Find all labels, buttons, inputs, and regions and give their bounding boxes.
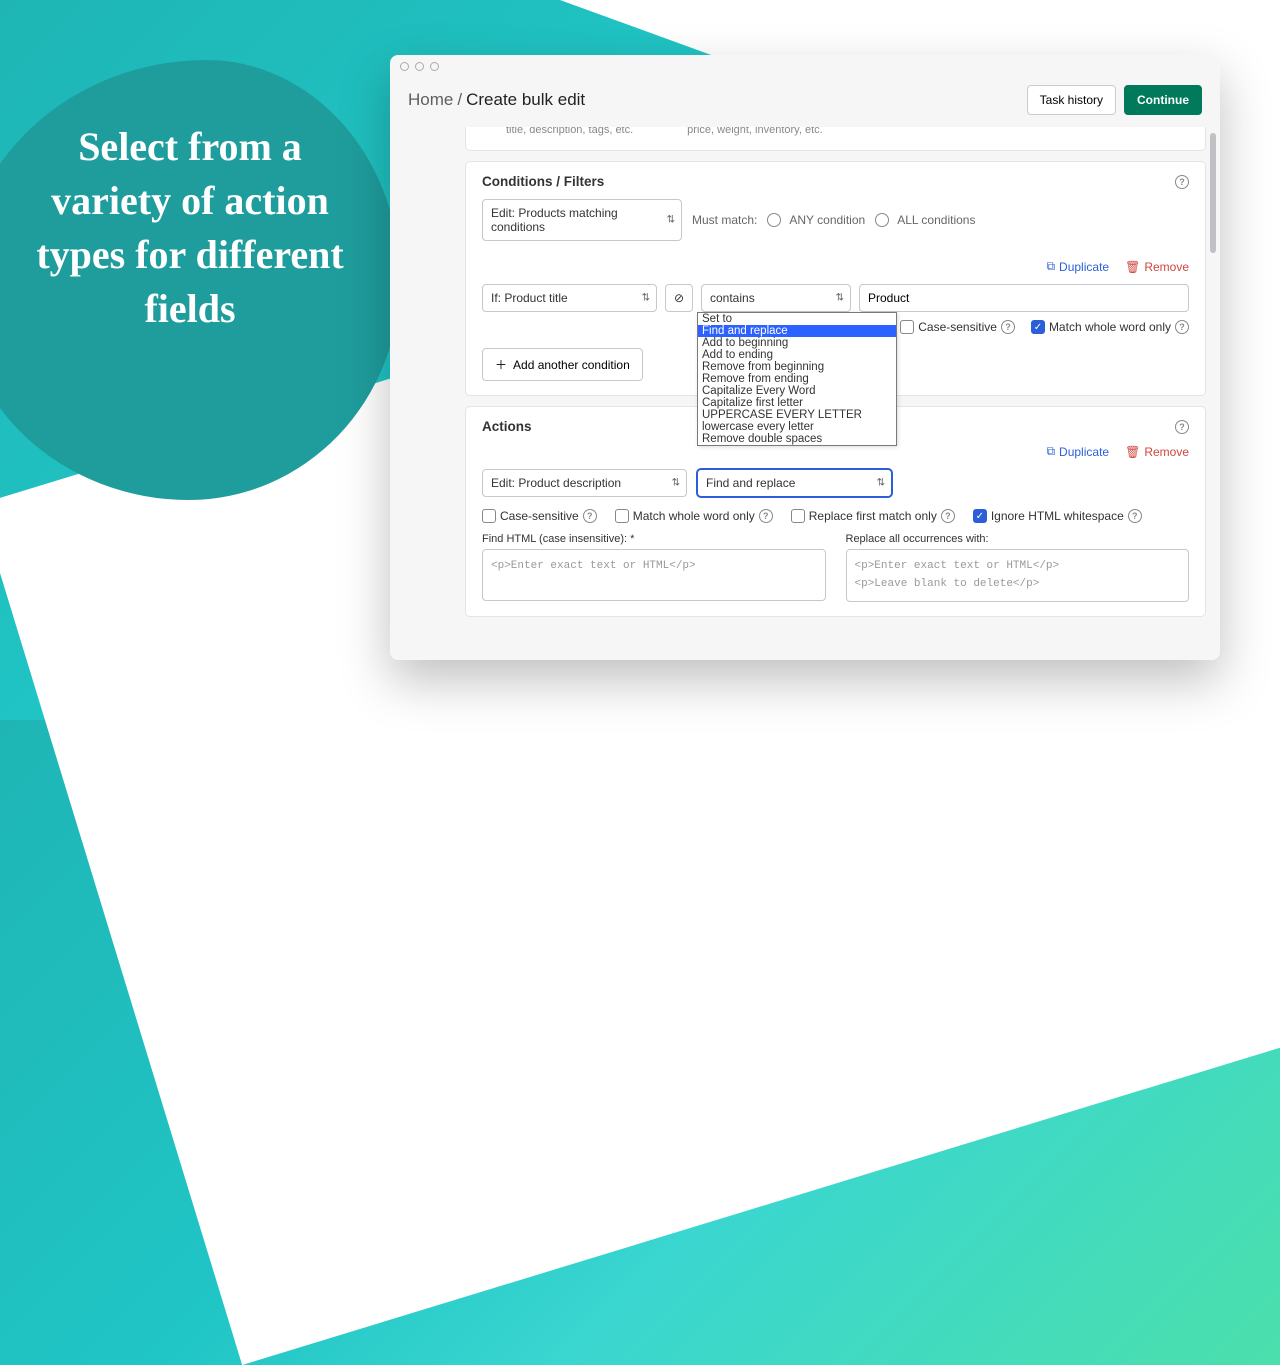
any-condition-radio[interactable]: ANY condition xyxy=(767,213,865,227)
conditions-title: Conditions / Filters xyxy=(482,174,604,189)
action-remove-button[interactable]: 🗑Remove xyxy=(1125,444,1189,459)
actions-title: Actions xyxy=(482,419,532,434)
actions-panel: Actions ? ⧉Duplicate 🗑Remove Edit: Produ… xyxy=(465,406,1206,617)
replace-first-checkbox[interactable]: Replace first match only ? xyxy=(791,509,955,523)
breadcrumb-current: Create bulk edit xyxy=(466,90,585,109)
dropdown-option[interactable]: lowercase every letter xyxy=(698,421,896,433)
chevron-icon: ⇅ xyxy=(667,215,675,226)
marketing-headline: Select from a variety of action types fo… xyxy=(30,120,350,336)
help-icon[interactable]: ? xyxy=(1175,420,1189,434)
case-sensitive-checkbox[interactable]: Case-sensitive ? xyxy=(900,320,1015,334)
find-label: Find HTML (case insensitive): * xyxy=(482,533,826,545)
action-type-dropdown[interactable]: Set toFind and replaceAdd to beginningAd… xyxy=(697,312,897,447)
replace-textarea[interactable]: <p>Enter exact text or HTML</p> <p>Leave… xyxy=(846,549,1190,602)
chevron-icon: ⇅ xyxy=(642,293,650,304)
help-icon[interactable]: ? xyxy=(941,509,955,523)
chevron-icon: ⇅ xyxy=(836,293,844,304)
breadcrumb: Home/Create bulk edit xyxy=(408,90,585,110)
type-variant-desc: price, weight, inventory, etc. xyxy=(687,127,823,136)
checkbox-icon xyxy=(615,509,629,523)
type-panel: Product title, description, tags, etc. P… xyxy=(465,127,1206,151)
help-icon[interactable]: ? xyxy=(1128,509,1142,523)
condition-remove-button[interactable]: 🗑Remove xyxy=(1125,259,1189,274)
checkbox-icon xyxy=(791,509,805,523)
help-icon[interactable]: ? xyxy=(1001,320,1015,334)
add-condition-button[interactable]: ＋ Add another condition xyxy=(482,348,643,381)
help-icon[interactable]: ? xyxy=(583,509,597,523)
breadcrumb-home[interactable]: Home xyxy=(408,90,453,109)
dropdown-option[interactable]: Add to beginning xyxy=(698,337,896,349)
dropdown-option[interactable]: Remove from beginning xyxy=(698,361,896,373)
checkbox-icon: ✓ xyxy=(1031,320,1045,334)
dropdown-option[interactable]: Add to ending xyxy=(698,349,896,361)
type-option-product[interactable]: Product title, description, tags, etc. xyxy=(482,127,633,136)
trash-icon: 🗑 xyxy=(1125,445,1140,459)
traffic-min-icon[interactable] xyxy=(415,62,424,71)
edit-scope-select[interactable]: Edit: Products matching conditions⇅ xyxy=(482,199,682,241)
dropdown-option[interactable]: Set to xyxy=(698,313,896,325)
trash-icon: 🗑 xyxy=(1125,260,1140,274)
ignore-html-checkbox[interactable]: ✓ Ignore HTML whitespace ? xyxy=(973,509,1142,523)
dropdown-option[interactable]: Remove double spaces xyxy=(698,433,896,445)
dropdown-option[interactable]: UPPERCASE EVERY LETTER xyxy=(698,409,896,421)
condition-value-input[interactable] xyxy=(859,284,1189,312)
all-conditions-radio[interactable]: ALL conditions xyxy=(875,213,975,227)
checkbox-icon: ✓ xyxy=(973,509,987,523)
type-option-variant[interactable]: Product variant price, weight, inventory… xyxy=(663,127,823,136)
help-icon[interactable]: ? xyxy=(1175,320,1189,334)
condition-operator-select[interactable]: contains⇅ xyxy=(701,284,851,312)
checkbox-icon xyxy=(900,320,914,334)
scrollbar[interactable] xyxy=(1210,133,1216,253)
must-match-label: Must match: xyxy=(692,213,757,227)
traffic-max-icon[interactable] xyxy=(430,62,439,71)
traffic-close-icon[interactable] xyxy=(400,62,409,71)
app-window: Home/Create bulk edit Task history Conti… xyxy=(390,55,1220,660)
action-duplicate-button[interactable]: ⧉Duplicate xyxy=(1046,444,1109,459)
radio-icon xyxy=(767,213,781,227)
dropdown-option[interactable]: Find and replace xyxy=(698,325,896,337)
duplicate-icon: ⧉ xyxy=(1046,259,1055,274)
action-field-select[interactable]: Edit: Product description⇅ xyxy=(482,469,687,497)
chevron-icon: ⇅ xyxy=(877,478,885,489)
plus-icon: ＋ xyxy=(495,356,507,373)
dropdown-option[interactable]: Capitalize first letter xyxy=(698,397,896,409)
dropdown-option[interactable]: Capitalize Every Word xyxy=(698,385,896,397)
page-header: Home/Create bulk edit Task history Conti… xyxy=(390,77,1220,127)
duplicate-icon: ⧉ xyxy=(1046,444,1055,459)
not-toggle-button[interactable]: ⊘ xyxy=(665,284,693,312)
window-titlebar xyxy=(390,55,1220,77)
action-case-sensitive-checkbox[interactable]: Case-sensitive ? xyxy=(482,509,597,523)
type-product-desc: title, description, tags, etc. xyxy=(506,127,633,136)
whole-word-checkbox[interactable]: ✓ Match whole word only ? xyxy=(1031,320,1189,334)
continue-button[interactable]: Continue xyxy=(1124,85,1202,115)
radio-icon xyxy=(875,213,889,227)
help-icon[interactable]: ? xyxy=(1175,175,1189,189)
replace-label: Replace all occurrences with: xyxy=(846,533,1190,545)
prohibit-icon: ⊘ xyxy=(674,291,684,305)
condition-duplicate-button[interactable]: ⧉Duplicate xyxy=(1046,259,1109,274)
condition-field-select[interactable]: If: Product title⇅ xyxy=(482,284,657,312)
dropdown-option[interactable]: Remove from ending xyxy=(698,373,896,385)
checkbox-icon xyxy=(482,509,496,523)
action-type-select[interactable]: Find and replace⇅ xyxy=(697,469,892,497)
chevron-icon: ⇅ xyxy=(672,478,680,489)
help-icon[interactable]: ? xyxy=(759,509,773,523)
find-textarea[interactable]: <p>Enter exact text or HTML</p> xyxy=(482,549,826,601)
action-whole-word-checkbox[interactable]: Match whole word only ? xyxy=(615,509,773,523)
task-history-button[interactable]: Task history xyxy=(1027,85,1116,115)
